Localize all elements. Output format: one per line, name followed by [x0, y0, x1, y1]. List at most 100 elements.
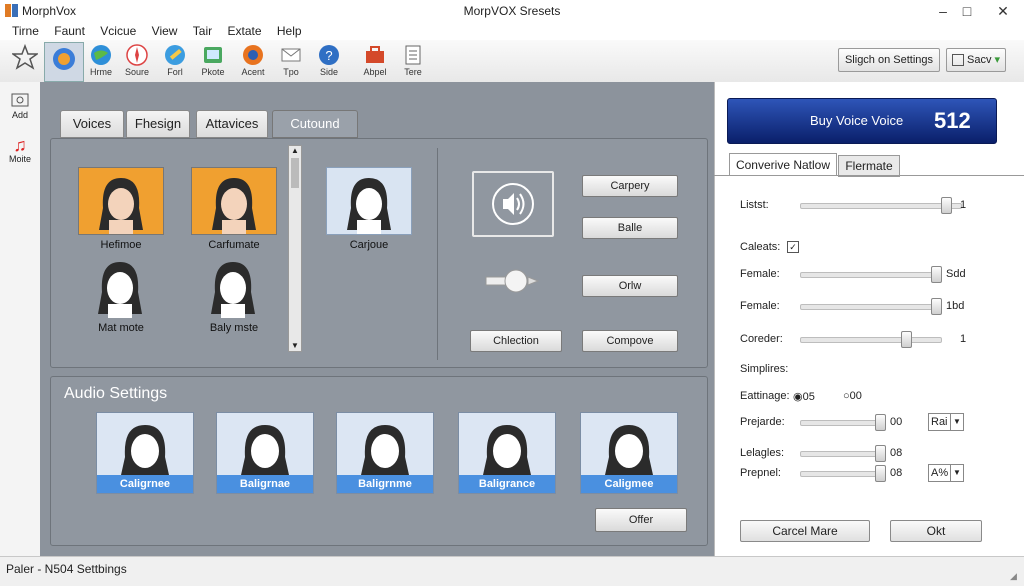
female-face-icon	[121, 425, 169, 475]
voices-scrollbar[interactable]: ▲ ▼	[288, 145, 302, 352]
voice-avatar[interactable]	[78, 167, 164, 235]
voice-label: Hefimoe	[100, 239, 142, 251]
slider-thumb[interactable]	[931, 266, 942, 283]
setting-label: Prejarde:	[740, 416, 785, 428]
slider-thumb[interactable]	[875, 414, 886, 431]
menu-item[interactable]: Faunt	[54, 24, 85, 38]
collection-button[interactable]: Chlection	[470, 330, 562, 352]
resize-grip-icon[interactable]: ◢	[1010, 571, 1020, 581]
scroll-up-icon[interactable]: ▲	[289, 146, 301, 156]
menu-item[interactable]: Vcicue	[100, 24, 136, 38]
menu-item[interactable]: Tair	[193, 24, 212, 38]
voice-avatar[interactable]	[326, 167, 412, 235]
select-value: A%	[931, 467, 949, 479]
setting-label: Eattinage:	[740, 390, 790, 402]
eattinage-option-2[interactable]: ○00	[843, 390, 862, 402]
save-button[interactable]: Sacv ▾	[946, 48, 1006, 72]
speaker-button[interactable]	[472, 171, 554, 237]
microphone-icon[interactable]	[484, 268, 544, 294]
favorite-button[interactable]	[6, 42, 44, 80]
audio-preset-card[interactable]: Caligmee	[580, 412, 678, 494]
prepnel-select[interactable]: A% ▼	[928, 464, 964, 482]
prejarde-select[interactable]: Rai ▼	[928, 413, 964, 431]
select-value: Rai	[931, 416, 948, 428]
slider-thumb[interactable]	[941, 197, 952, 214]
setting-label: Caleats:	[740, 241, 781, 253]
voice-avatar[interactable]	[78, 252, 162, 318]
slider-thumb[interactable]	[931, 298, 942, 315]
female-slider[interactable]	[800, 298, 942, 315]
svg-text:?: ?	[325, 48, 332, 63]
tab-attavices[interactable]: Attavices	[196, 110, 268, 138]
audio-preset-card[interactable]: Baligrnae	[216, 412, 314, 494]
side-button[interactable]: ? Side	[310, 42, 348, 80]
eattinage-option-1[interactable]: ◉05	[793, 390, 815, 403]
voice-button[interactable]	[44, 42, 84, 82]
voice-avatar[interactable]	[191, 252, 275, 318]
orlw-button[interactable]: Orlw	[582, 275, 678, 297]
dropdown-arrow-icon: ▼	[950, 414, 963, 430]
female-face-icon	[212, 178, 256, 234]
setting-value: 00	[890, 416, 903, 428]
ok-button[interactable]: Okt	[890, 520, 982, 542]
lelagles-slider[interactable]	[800, 445, 886, 462]
dock-item-add[interactable]: Add	[0, 92, 40, 120]
female-face-icon	[241, 425, 289, 475]
tab-converive[interactable]: Converive Natlow	[729, 153, 837, 176]
slider-thumb[interactable]	[875, 445, 886, 462]
tip-button[interactable]: Tpo	[272, 42, 310, 80]
carpery-button[interactable]: Carpery	[582, 175, 678, 197]
status-text: Paler - N504 Settbings	[6, 562, 127, 576]
scroll-thumb[interactable]	[291, 158, 299, 188]
tab-voices[interactable]: Voices	[60, 110, 124, 138]
voice-avatar[interactable]	[191, 167, 277, 235]
tere-button[interactable]: Tere	[394, 42, 432, 80]
slider-thumb[interactable]	[901, 331, 912, 348]
minimize-icon[interactable]: –	[930, 1, 956, 21]
tab-flermate[interactable]: Flermate	[838, 155, 900, 177]
maximize-icon[interactable]: □	[954, 1, 980, 21]
settings-button[interactable]: Sligch on Settings	[838, 48, 940, 72]
voice-label: Carfumate	[208, 239, 260, 251]
setting-label: Prepnel:	[740, 467, 781, 479]
setting-value: 08	[890, 467, 903, 479]
card-label: Baligrnme	[337, 475, 433, 493]
menu-item[interactable]: Help	[277, 24, 302, 38]
female-face-icon	[99, 178, 143, 234]
abpel-button[interactable]: Abpel	[356, 42, 394, 80]
menu-item[interactable]: View	[152, 24, 178, 38]
menu-item[interactable]: Extate	[227, 24, 261, 38]
tab-fhesign[interactable]: Fhesign	[126, 110, 190, 138]
prejarde-slider[interactable]	[800, 414, 886, 431]
compove-button[interactable]: Compove	[582, 330, 678, 352]
slider-thumb[interactable]	[875, 465, 886, 482]
menu-item[interactable]: Tirne	[12, 24, 39, 38]
scroll-down-icon[interactable]: ▼	[289, 341, 301, 351]
account-button[interactable]: Acent	[234, 42, 272, 80]
listst-slider[interactable]	[800, 197, 962, 214]
balle-button[interactable]: Balle	[582, 217, 678, 239]
setting-label: Listst:	[740, 199, 769, 211]
photo-button[interactable]: Pkote	[194, 42, 232, 80]
female-face-icon	[361, 425, 409, 475]
female-slider[interactable]	[800, 266, 942, 283]
speaker-icon	[492, 183, 534, 225]
font-button[interactable]: Forl	[156, 42, 194, 80]
setting-value: 1	[960, 333, 967, 345]
prepnel-slider[interactable]	[800, 465, 886, 482]
cancel-button[interactable]: Carcel Mare	[740, 520, 870, 542]
source-button[interactable]: Soure	[118, 42, 156, 80]
offer-button[interactable]: Offer	[595, 508, 687, 532]
voice-label: Baly mste	[209, 322, 259, 334]
buy-voice-banner[interactable]: Buy Voice Voice 512	[727, 98, 997, 144]
audio-preset-card[interactable]: Caligrnee	[96, 412, 194, 494]
coreder-slider[interactable]	[800, 331, 942, 348]
home-button[interactable]: Hrme	[82, 42, 120, 80]
dock-item-moite[interactable]: ♫ Moite	[0, 136, 40, 164]
caleats-checkbox[interactable]: ✓	[787, 241, 799, 253]
tab-cutound[interactable]: Cutound	[272, 110, 358, 138]
audio-preset-card[interactable]: Baligrance	[458, 412, 556, 494]
audio-preset-card[interactable]: Baligrnme	[336, 412, 434, 494]
close-icon[interactable]: ✕	[990, 1, 1016, 21]
setting-value: 1bd	[946, 300, 965, 312]
